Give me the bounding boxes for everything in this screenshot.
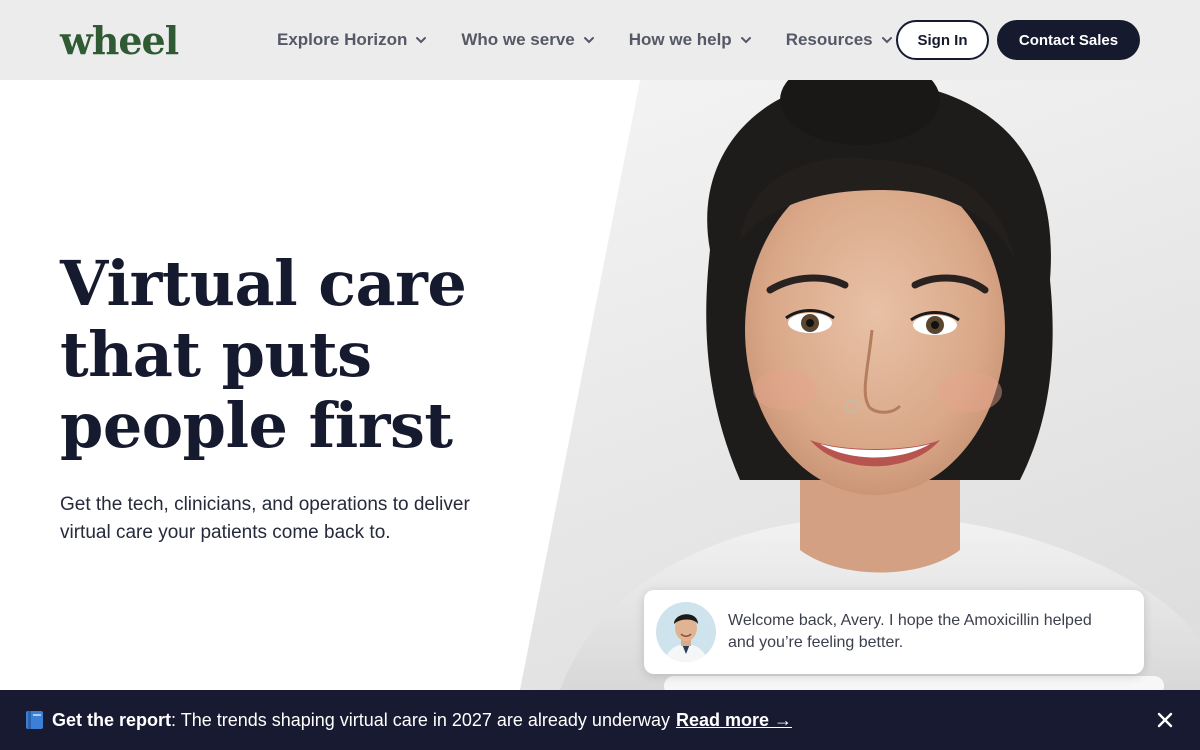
book-icon <box>24 710 46 730</box>
clinician-avatar <box>656 602 716 662</box>
contact-sales-button[interactable]: Contact Sales <box>997 20 1140 60</box>
chat-message-card: Welcome back, Avery. I hope the Amoxicil… <box>644 590 1144 674</box>
nav-item-label: Resources <box>785 30 873 49</box>
hero-title-line: that puts <box>60 318 372 391</box>
chat-message-text: Welcome back, Avery. I hope the Amoxicil… <box>728 612 1092 651</box>
nav-explore-horizon[interactable]: Explore Horizon <box>277 30 427 50</box>
nav-item-label: Explore Horizon <box>277 30 408 49</box>
close-icon[interactable] <box>1156 711 1174 729</box>
chevron-down-icon <box>740 34 752 46</box>
main-nav: Explore Horizon Who we serve How we help… <box>277 0 927 80</box>
nav-who-we-serve[interactable]: Who we serve <box>461 30 594 50</box>
hero-title-line: Virtual care <box>60 247 467 320</box>
hero-subtitle: Get the tech, clinicians, and operations… <box>60 494 470 543</box>
nav-item-label: Who we serve <box>461 30 575 49</box>
read-more-link[interactable]: Read more → <box>676 710 792 731</box>
report-banner: Get the report : The trends shaping virt… <box>0 690 1200 750</box>
hero-title: Virtual care that puts people first <box>60 248 530 461</box>
chevron-down-icon <box>583 34 595 46</box>
nav-how-we-help[interactable]: How we help <box>629 30 752 50</box>
nav-resources[interactable]: Resources <box>786 30 893 50</box>
wheel-logo[interactable]: wheel <box>60 18 179 63</box>
chevron-down-icon <box>415 34 427 46</box>
site-header: wheel Explore Horizon Who we serve How w… <box>0 0 1200 80</box>
sign-in-button[interactable]: Sign In <box>896 20 989 60</box>
banner-text: : The trends shaping virtual care in 202… <box>171 709 670 730</box>
banner-bold-text: Get the report <box>52 709 172 730</box>
chevron-down-icon <box>881 34 893 46</box>
hero-title-line: people first <box>60 389 453 462</box>
nav-item-label: How we help <box>628 30 732 49</box>
